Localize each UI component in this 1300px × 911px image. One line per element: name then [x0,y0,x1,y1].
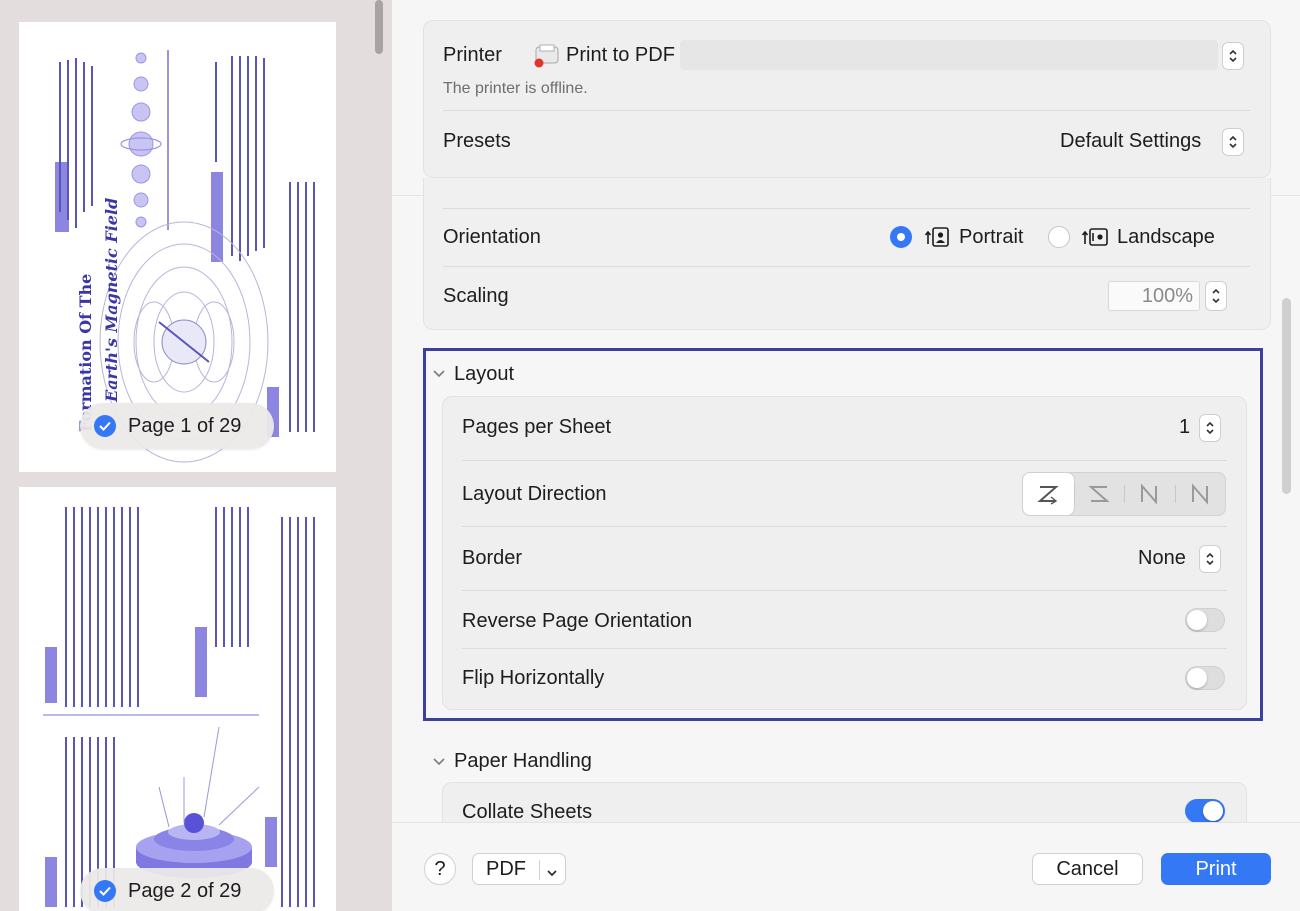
cancel-button[interactable]: Cancel [1032,853,1143,885]
divider [462,460,1227,461]
divider [539,860,540,880]
scaling-input[interactable]: 100% [1108,281,1200,311]
printer-select-field[interactable] [680,40,1218,70]
portrait-label[interactable]: Portrait [959,226,1023,249]
divider [462,590,1227,591]
layout-section-title[interactable]: Layout [454,363,514,386]
pages-per-sheet-value[interactable]: 1 [1179,416,1190,439]
chevron-down-icon [545,863,559,877]
pdf-menu-label: PDF [486,857,526,880]
sidebar-scrollbar-thumb[interactable] [375,0,383,54]
divider [462,648,1227,649]
presets-label: Presets [443,130,511,152]
layout-direction-z-icon[interactable] [1023,473,1074,515]
printer-icon [533,43,561,69]
page-1-badge-label: Page 1 of 29 [128,414,242,437]
page-thumbnail-sidebar[interactable]: Formation Of The Earth's Magnetic Field … [0,0,392,911]
border-label: Border [462,547,523,569]
layout-direction-label: Layout Direction [462,483,607,505]
page-1-title: Formation Of The Earth's Magnetic Field [76,198,121,432]
printer-select-chevrons-icon[interactable] [1222,42,1244,70]
sidebar-scrollbar[interactable] [372,0,386,911]
portrait-orientation-icon [924,226,950,248]
scaling-label: Scaling [443,285,509,307]
collate-sheets-toggle[interactable] [1185,799,1225,823]
help-button[interactable]: ? [424,853,456,885]
divider [443,266,1250,267]
paper-handling-section-title[interactable]: Paper Handling [454,750,592,773]
svg-text:Earth's Magnetic Field: Earth's Magnetic Field [102,198,121,403]
presets-chevrons-icon[interactable] [1222,128,1244,156]
print-settings-panel: Printer Print to PDF The printer is offl… [392,0,1300,911]
border-chevrons-icon[interactable] [1199,545,1221,573]
flip-horizontally-toggle[interactable] [1185,666,1225,690]
pages-per-sheet-chevrons-icon[interactable] [1199,414,1221,442]
layout-direction-n-reverse-icon[interactable] [1124,473,1175,515]
layout-card [442,396,1247,710]
flip-horizontally-label: Flip Horizontally [462,667,605,689]
pages-per-sheet-label: Pages per Sheet [462,416,611,438]
reverse-page-orientation-label: Reverse Page Orientation [462,610,693,632]
page-thumbnail-2[interactable] [19,487,336,911]
page-2-badge-label: Page 2 of 29 [128,879,242,902]
border-select-value[interactable]: None [1138,547,1186,570]
chevron-down-icon[interactable] [432,366,446,380]
dialog-footer: ? PDF Cancel Print [392,822,1300,911]
printer-label: Printer [443,44,502,66]
printer-select-value[interactable]: Print to PDF [566,44,675,67]
collate-sheets-label: Collate Sheets [462,801,593,823]
reverse-page-orientation-toggle[interactable] [1185,608,1225,632]
divider [443,208,1250,209]
printer-status-text: The printer is offline. [443,80,588,97]
page-1-selected-badge[interactable]: Page 1 of 29 [80,403,274,449]
landscape-label[interactable]: Landscape [1117,226,1215,249]
page-2-preview-art [43,507,315,907]
portrait-radio[interactable] [890,226,912,248]
divider [443,110,1250,111]
orientation-label: Orientation [443,226,541,248]
panel-scrollbar-thumb[interactable] [1282,298,1291,494]
chevron-down-icon[interactable] [432,754,446,768]
checkmark-icon [94,415,116,437]
presets-select-value[interactable]: Default Settings [1060,130,1201,153]
landscape-orientation-icon [1081,226,1109,248]
print-button[interactable]: Print [1161,853,1271,885]
layout-direction-s-icon[interactable] [1073,473,1125,515]
scaling-stepper-icon[interactable] [1205,281,1227,311]
landscape-radio[interactable] [1048,226,1070,248]
checkmark-icon [94,880,116,902]
divider [462,526,1227,527]
pdf-menu-button[interactable]: PDF [472,853,566,885]
layout-direction-n-icon[interactable] [1174,473,1226,515]
layout-direction-segmented-control[interactable] [1022,472,1226,516]
page-2-selected-badge[interactable]: Page 2 of 29 [80,868,274,911]
